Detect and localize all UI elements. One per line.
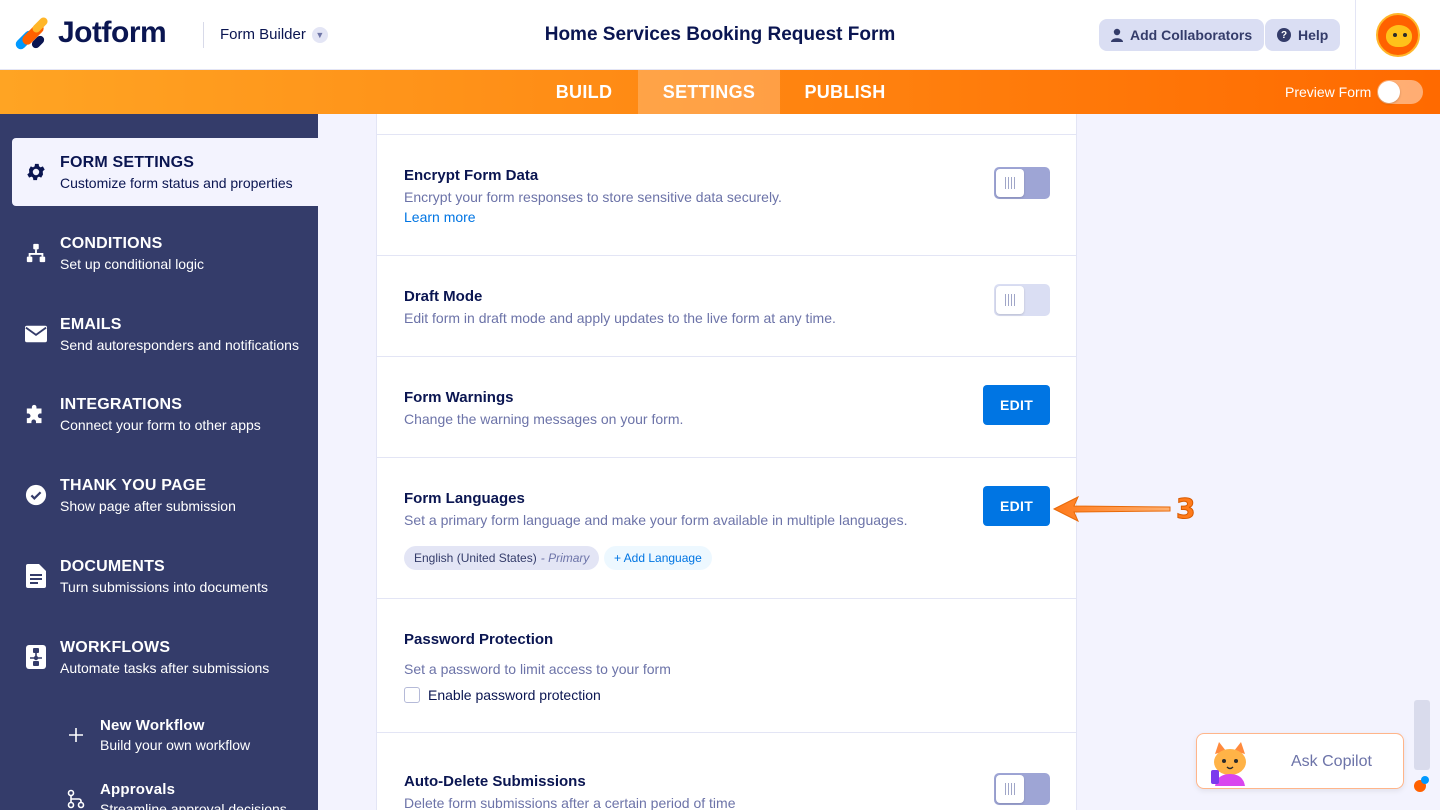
preview-form-label: Preview Form bbox=[1285, 84, 1372, 100]
chevron-down-icon: ▼ bbox=[311, 26, 328, 43]
tab-publish[interactable]: PUBLISH bbox=[790, 70, 900, 114]
header-divider bbox=[203, 22, 204, 48]
plus-icon bbox=[64, 723, 88, 747]
copilot-cat-icon bbox=[1211, 742, 1246, 786]
encrypt-toggle[interactable] bbox=[994, 167, 1050, 199]
encrypt-title: Encrypt Form Data bbox=[404, 167, 539, 184]
settings-sidebar: FORM SETTINGS Customize form status and … bbox=[0, 114, 318, 810]
form-warnings-title: Form Warnings bbox=[404, 389, 514, 406]
add-collaborators-label: Add Collaborators bbox=[1130, 27, 1253, 43]
add-collaborators-button[interactable]: Add Collaborators bbox=[1099, 19, 1265, 51]
form-warnings-desc: Change the warning messages on your form… bbox=[404, 411, 684, 427]
main-nav: BUILD SETTINGS PUBLISH Preview Form bbox=[0, 70, 1440, 114]
sidebar-item-form-settings[interactable]: FORM SETTINGS Customize form status and … bbox=[12, 138, 318, 206]
jotform-logo-icon bbox=[13, 15, 50, 52]
divider bbox=[377, 598, 1076, 599]
sidebar-item-title: DOCUMENTS bbox=[60, 558, 165, 575]
language-name: English (United States) bbox=[414, 551, 537, 565]
form-languages-title: Form Languages bbox=[404, 490, 525, 507]
sidebar-item-subtitle: Build your own workflow bbox=[100, 737, 251, 753]
divider bbox=[377, 732, 1076, 733]
settings-panel: Encrypt Form Data Encrypt your form resp… bbox=[376, 114, 1077, 810]
user-icon bbox=[1111, 28, 1123, 42]
learn-more-link[interactable]: Learn more bbox=[404, 209, 476, 225]
divider bbox=[377, 255, 1076, 256]
help-button[interactable]: ? Help bbox=[1265, 19, 1341, 51]
sidebar-item-title: INTEGRATIONS bbox=[60, 396, 183, 413]
jotform-side-logo-icon bbox=[1414, 700, 1430, 792]
preview-form-toggle[interactable] bbox=[1377, 80, 1423, 104]
form-title[interactable]: Home Services Booking Request Form bbox=[545, 24, 896, 45]
logo-text: Jotform bbox=[58, 16, 167, 49]
help-label: Help bbox=[1298, 27, 1329, 43]
sidebar-item-documents[interactable]: DOCUMENTS Turn submissions into document… bbox=[12, 542, 318, 610]
sidebar-item-integrations[interactable]: INTEGRATIONS Connect your form to other … bbox=[12, 380, 318, 448]
auto-delete-desc: Delete form submissions after a certain … bbox=[404, 795, 736, 810]
sidebar-item-subtitle: Show page after submission bbox=[60, 498, 236, 514]
sidebar-item-new-workflow[interactable]: New Workflow Build your own workflow bbox=[60, 711, 318, 761]
draft-mode-desc: Edit form in draft mode and apply update… bbox=[404, 310, 836, 326]
form-languages-edit-button[interactable]: EDIT bbox=[983, 486, 1050, 526]
header-divider-right bbox=[1355, 0, 1356, 70]
sidebar-item-title: CONDITIONS bbox=[60, 235, 163, 252]
sidebar-item-emails[interactable]: EMAILS Send autoresponders and notificat… bbox=[12, 300, 318, 368]
avatar[interactable] bbox=[1376, 13, 1420, 57]
sidebar-item-title: EMAILS bbox=[60, 316, 122, 333]
add-language-button[interactable]: + Add Language bbox=[604, 546, 712, 570]
sidebar-item-approvals[interactable]: Approvals Streamline approval decisions bbox=[60, 775, 318, 810]
form-builder-dropdown[interactable]: Form Builder ▼ bbox=[220, 26, 328, 43]
password-checkbox-label[interactable]: Enable password protection bbox=[428, 687, 601, 703]
auto-delete-title: Auto-Delete Submissions bbox=[404, 773, 586, 790]
encrypt-desc: Encrypt your form responses to store sen… bbox=[404, 189, 782, 205]
sidebar-item-subtitle: Set up conditional logic bbox=[60, 256, 204, 272]
divider bbox=[377, 457, 1076, 458]
sidebar-item-title: THANK YOU PAGE bbox=[60, 477, 207, 494]
document-icon bbox=[24, 564, 48, 588]
sidebar-item-thank-you-page[interactable]: THANK YOU PAGE Show page after submissio… bbox=[12, 461, 318, 529]
annotation-arrow-icon bbox=[1052, 495, 1171, 523]
step-number: 3 bbox=[1175, 492, 1196, 526]
approval-flow-icon bbox=[64, 787, 88, 810]
sidebar-item-subtitle: Streamline approval decisions bbox=[100, 801, 287, 810]
password-protection-title: Password Protection bbox=[404, 631, 554, 648]
password-checkbox[interactable] bbox=[404, 687, 420, 703]
sidebar-item-subtitle: Automate tasks after submissions bbox=[60, 660, 270, 676]
form-warnings-edit-button[interactable]: EDIT bbox=[983, 385, 1050, 425]
form-languages-desc: Set a primary form language and make you… bbox=[404, 512, 908, 528]
divider bbox=[377, 356, 1076, 357]
puzzle-icon bbox=[24, 402, 48, 426]
sidebar-item-subtitle: Send autoresponders and notifications bbox=[60, 337, 299, 353]
auto-delete-toggle[interactable] bbox=[994, 773, 1050, 805]
sidebar-item-title: WORKFLOWS bbox=[60, 639, 171, 656]
tab-build[interactable]: BUILD bbox=[540, 70, 628, 114]
primary-tag: - Primary bbox=[540, 551, 590, 565]
sidebar-item-subtitle: Connect your form to other apps bbox=[60, 417, 261, 433]
envelope-icon bbox=[24, 322, 48, 346]
tab-settings[interactable]: SETTINGS bbox=[638, 70, 780, 114]
divider bbox=[377, 134, 1076, 135]
workflow-icon bbox=[24, 645, 48, 669]
primary-language-chip[interactable]: English (United States) - Primary bbox=[404, 546, 600, 570]
top-bar: Jotform Form Builder ▼ Home Services Boo… bbox=[0, 0, 1440, 70]
sidebar-item-conditions[interactable]: CONDITIONS Set up conditional logic bbox=[12, 219, 318, 287]
sidebar-item-subtitle: Customize form status and properties bbox=[60, 175, 293, 191]
form-builder-label: Form Builder bbox=[220, 26, 306, 43]
check-circle-icon bbox=[24, 483, 48, 507]
sidebar-item-title: New Workflow bbox=[100, 717, 205, 734]
jotform-logo[interactable]: Jotform bbox=[13, 15, 167, 52]
sidebar-item-workflows[interactable]: WORKFLOWS Automate tasks after submissio… bbox=[12, 623, 318, 691]
ask-copilot-label: Ask Copilot bbox=[1291, 753, 1372, 770]
ask-copilot-button[interactable]: Ask Copilot bbox=[1196, 733, 1404, 789]
sidebar-item-subtitle: Turn submissions into documents bbox=[60, 579, 269, 595]
draft-mode-title: Draft Mode bbox=[404, 288, 483, 305]
question-icon: ? bbox=[1277, 28, 1291, 42]
sidebar-item-title: FORM SETTINGS bbox=[60, 154, 195, 171]
sidebar-item-title: Approvals bbox=[100, 781, 176, 798]
hierarchy-icon bbox=[24, 241, 48, 265]
draft-mode-toggle[interactable] bbox=[994, 284, 1050, 316]
password-protection-desc: Set a password to limit access to your f… bbox=[404, 661, 671, 677]
gear-icon bbox=[24, 160, 48, 184]
